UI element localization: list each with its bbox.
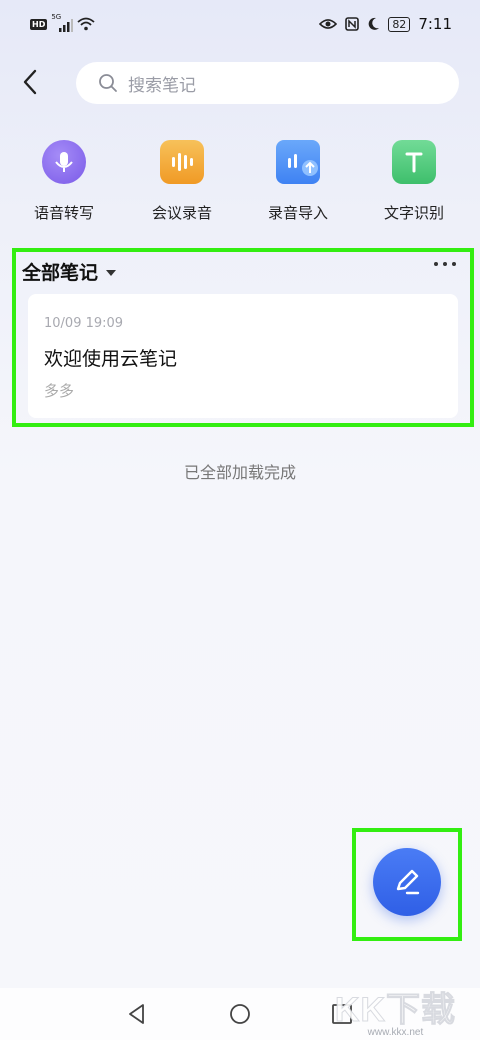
watermark-logo: KK下载 www.kkx.net bbox=[334, 982, 456, 1039]
search-icon bbox=[99, 74, 117, 92]
tool-text-recognition[interactable]: 文字识别 bbox=[359, 140, 469, 223]
watermark-text: KK下载 bbox=[334, 991, 456, 1030]
moon-icon bbox=[368, 17, 380, 30]
microphone-icon bbox=[42, 140, 86, 184]
nav-back-button[interactable] bbox=[123, 1000, 151, 1028]
nfc-icon bbox=[345, 17, 360, 31]
back-button[interactable] bbox=[14, 66, 46, 98]
circle-home-icon bbox=[230, 1004, 250, 1024]
highlight-box-fab bbox=[352, 828, 462, 941]
wifi-icon bbox=[77, 17, 95, 31]
tool-voice-transcribe[interactable]: 语音转写 bbox=[9, 140, 119, 223]
tool-label: 会议录音 bbox=[151, 204, 212, 222]
tool-record-import[interactable]: 录音导入 bbox=[243, 140, 353, 223]
folder-import-icon bbox=[276, 140, 320, 184]
search-bar[interactable]: 搜索笔记 bbox=[76, 62, 459, 104]
text-recognition-icon bbox=[392, 140, 436, 184]
tool-meeting-record[interactable]: 会议录音 bbox=[127, 140, 237, 223]
network-type-label: 5G bbox=[51, 13, 62, 21]
tool-label: 语音转写 bbox=[33, 204, 94, 222]
clock: 7:11 bbox=[418, 15, 452, 33]
chevron-left-icon bbox=[23, 69, 37, 95]
nav-home-button[interactable] bbox=[226, 1000, 254, 1028]
status-bar: HD 5G 82 7:11 bbox=[0, 0, 480, 52]
eye-icon bbox=[319, 19, 338, 29]
cellular-signal-icon: 5G bbox=[51, 13, 74, 32]
status-right: 82 7:11 bbox=[319, 15, 452, 33]
tool-label: 录音导入 bbox=[267, 204, 328, 222]
load-complete-text: 已全部加载完成 bbox=[183, 463, 296, 482]
audio-wave-icon bbox=[160, 140, 204, 184]
search-placeholder: 搜索笔记 bbox=[128, 75, 196, 96]
highlight-box-notes bbox=[12, 248, 474, 427]
battery-level: 82 bbox=[388, 16, 411, 32]
hd-badge: HD bbox=[30, 18, 48, 30]
triangle-back-icon bbox=[129, 1004, 144, 1024]
status-left: HD 5G bbox=[30, 13, 95, 32]
tool-label: 文字识别 bbox=[383, 204, 444, 222]
